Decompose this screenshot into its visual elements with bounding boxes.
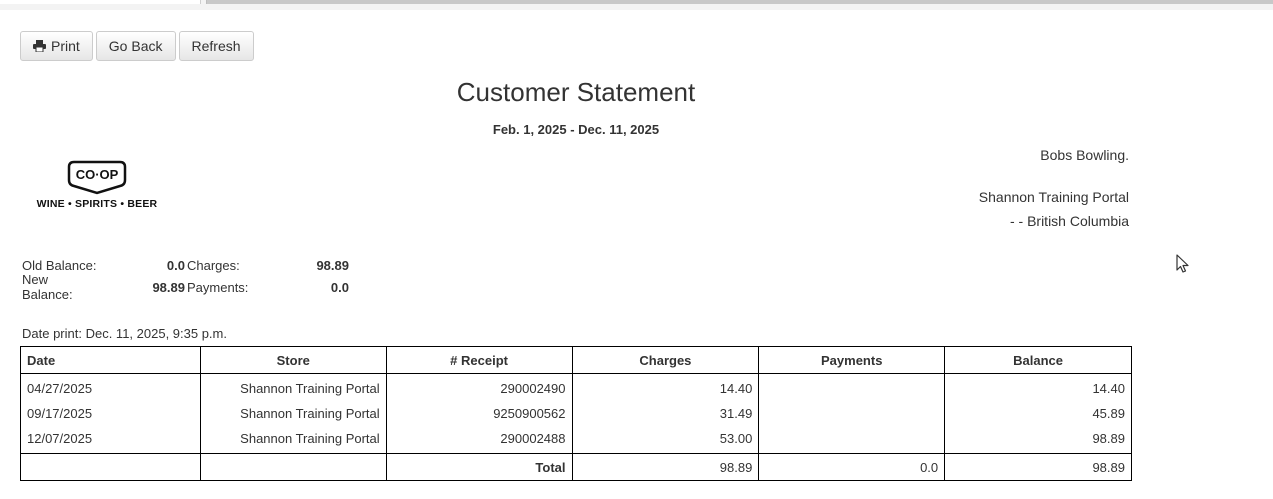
customer-name: Bobs Bowling. <box>1040 147 1129 163</box>
cell-charges: 14.40 <box>571 373 760 401</box>
toolbar: Print Go Back Refresh <box>20 31 254 61</box>
print-button-label: Print <box>51 38 80 54</box>
header-payments: Payments <box>758 346 946 374</box>
new-balance-label: New Balance: <box>22 272 73 302</box>
active-tab[interactable] <box>0 0 201 4</box>
cell-charges: 31.49 <box>571 401 760 426</box>
cell-receipt: 9250900562 <box>385 401 573 426</box>
coop-logo-text: CO·OP <box>76 167 119 182</box>
customer-region: - - British Columbia <box>1009 213 1129 229</box>
cell-payments <box>758 401 946 426</box>
cell-balance: 45.89 <box>944 401 1132 426</box>
payments-value: 0.0 <box>330 279 349 295</box>
payments-label: Payments: <box>187 279 249 295</box>
table-row: 09/17/2025 Shannon Training Portal 92509… <box>20 401 1132 426</box>
table-row: 04/27/2025 Shannon Training Portal 29000… <box>20 373 1132 401</box>
cell-date: 09/17/2025 <box>20 401 201 426</box>
cell-store: Shannon Training Portal <box>199 426 387 454</box>
table-header-row: Date Store # Receipt Charges Payments Ba… <box>20 346 1132 374</box>
statement-period: Feb. 1, 2025 - Dec. 11, 2025 <box>492 122 660 137</box>
total-charges: 98.89 <box>571 453 760 481</box>
cell-date: 12/07/2025 <box>20 426 201 454</box>
new-balance-value: 98.89 <box>152 279 185 295</box>
go-back-label: Go Back <box>108 38 163 54</box>
cell-charges: 53.00 <box>571 426 760 454</box>
printer-icon <box>33 40 46 52</box>
print-button[interactable]: Print <box>20 31 93 61</box>
go-back-button[interactable]: Go Back <box>95 31 176 61</box>
customer-portal: Shannon Training Portal <box>978 189 1129 205</box>
cell-date: 04/27/2025 <box>20 373 201 401</box>
cell-store: Shannon Training Portal <box>199 373 387 401</box>
total-empty-cell <box>20 453 201 481</box>
total-label: Total <box>385 453 573 481</box>
cell-balance: 98.89 <box>944 426 1132 454</box>
table-row: 12/07/2025 Shannon Training Portal 29000… <box>20 426 1132 454</box>
total-empty-cell <box>199 453 387 481</box>
cell-receipt: 290002488 <box>385 426 573 454</box>
old-balance-value: 0.0 <box>166 257 185 273</box>
charges-value: 98.89 <box>316 257 349 273</box>
cell-receipt: 290002490 <box>385 373 573 401</box>
total-payments: 0.0 <box>758 453 946 481</box>
browser-tab-strip <box>0 0 1273 10</box>
header-date: Date <box>20 346 201 374</box>
cell-payments <box>758 373 946 401</box>
statement-table: Date Store # Receipt Charges Payments Ba… <box>20 346 1132 481</box>
total-balance: 98.89 <box>944 453 1132 481</box>
tab-bar-background <box>206 0 1273 4</box>
cell-balance: 14.40 <box>944 373 1132 401</box>
old-balance-label: Old Balance: <box>22 257 97 273</box>
cell-store: Shannon Training Portal <box>199 401 387 426</box>
page-title: Customer Statement <box>456 77 696 107</box>
header-store: Store <box>199 346 387 374</box>
table-total-row: Total 98.89 0.0 98.89 <box>20 453 1132 481</box>
cell-payments <box>758 426 946 454</box>
header-charges: Charges <box>571 346 760 374</box>
refresh-label: Refresh <box>191 38 241 54</box>
date-printed: Date print: Dec. 11, 2025, 9:35 p.m. <box>22 326 227 341</box>
logo-tagline: WINE • SPIRITS • BEER <box>36 198 158 210</box>
header-balance: Balance <box>944 346 1132 374</box>
header-receipt: # Receipt <box>385 346 573 374</box>
charges-label: Charges: <box>187 257 240 273</box>
mouse-pointer-icon <box>1176 254 1189 273</box>
refresh-button[interactable]: Refresh <box>178 31 254 61</box>
summary-row: New Balance: 98.89 Payments: 0.0 <box>22 272 349 302</box>
balance-summary: Old Balance: 0.0 Charges: 98.89 New Bala… <box>22 254 349 303</box>
